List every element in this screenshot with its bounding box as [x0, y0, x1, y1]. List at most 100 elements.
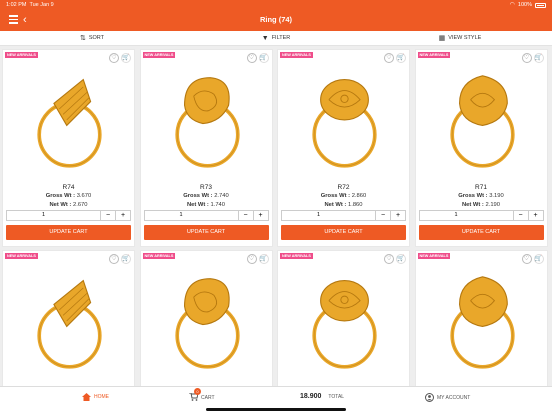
quantity-value[interactable]: 1: [7, 211, 100, 220]
quantity-stepper: 1− +: [418, 210, 544, 221]
new-arrivals-badge: NEW ARRIVALS: [280, 52, 313, 58]
view-style-button[interactable]: ▦ VIEW STYLE: [368, 31, 552, 45]
new-arrivals-badge: NEW ARRIVALS: [417, 253, 451, 259]
toolbar: ⇅ SORT ▼ FILTER ▦ VIEW STYLE: [0, 31, 552, 46]
heart-icon[interactable]: ♡: [246, 254, 257, 264]
wifi-icon: ◠: [509, 2, 515, 8]
add-to-cart-icon[interactable]: 🛒: [533, 254, 544, 264]
battery-icon: [535, 2, 546, 8]
gross-weight: Gross Wt : 3.190: [458, 193, 504, 199]
status-right: ◠ 100%: [510, 0, 546, 10]
heart-icon[interactable]: ♡: [521, 254, 532, 264]
filter-button[interactable]: ▼ FILTER: [184, 31, 368, 45]
product-name: R74: [62, 184, 75, 191]
view-style-label: VIEW STYLE: [448, 35, 482, 41]
increment-button[interactable]: +: [390, 211, 405, 220]
total-amount: 18.900: [300, 393, 322, 400]
page-title: Ring (74): [259, 15, 293, 24]
home-tab[interactable]: HOME: [82, 393, 109, 401]
gross-weight: Gross Wt : 3.670: [45, 193, 92, 199]
new-arrivals-badge: NEW ARRIVALS: [5, 253, 38, 259]
decrement-button[interactable]: −: [512, 211, 528, 220]
nav-bar: ‹ Ring (74): [0, 11, 552, 30]
cart-label: CART: [201, 395, 215, 401]
gross-weight: Gross Wt : 2.740: [183, 193, 229, 199]
net-weight: Net Wt : 2.670: [49, 202, 88, 208]
heart-icon[interactable]: ♡: [521, 53, 532, 63]
product-card[interactable]: NEW ARRIVALS ♡ 🛒: [414, 250, 548, 395]
decrement-button[interactable]: −: [100, 211, 115, 220]
update-cart-button[interactable]: UPDATE CART: [418, 225, 544, 240]
cart-icon: 0: [189, 388, 201, 403]
new-arrivals-badge: NEW ARRIVALS: [417, 52, 451, 58]
ring-image: [449, 75, 515, 168]
product-card[interactable]: NEW ARRIVALS ♡ 🛒: [139, 250, 273, 395]
increment-button[interactable]: +: [527, 211, 543, 220]
ring-image: [312, 78, 377, 168]
quantity-stepper: 1− +: [6, 210, 131, 221]
sort-icon: ⇅: [79, 35, 86, 42]
ring-image: [312, 279, 377, 369]
add-to-cart-icon[interactable]: 🛒: [121, 254, 131, 264]
heart-icon[interactable]: ♡: [109, 254, 119, 264]
sort-label: SORT: [88, 35, 105, 41]
total-label: TOTAL: [328, 393, 345, 400]
account-icon: [425, 393, 434, 402]
net-weight: Net Wt : 1.740: [186, 202, 226, 208]
cart-tab[interactable]: 0 CART: [189, 388, 215, 403]
ring-image: [37, 78, 102, 168]
heart-icon[interactable]: ♡: [109, 53, 119, 63]
add-to-cart-icon[interactable]: 🛒: [533, 53, 544, 63]
product-name: R72: [337, 184, 350, 191]
net-weight: Net Wt : 2.190: [461, 202, 501, 208]
add-to-cart-icon[interactable]: 🛒: [396, 53, 406, 63]
product-name: R71: [475, 184, 487, 191]
new-arrivals-badge: NEW ARRIVALS: [280, 253, 313, 259]
add-to-cart-icon[interactable]: 🛒: [121, 53, 131, 63]
update-cart-button[interactable]: UPDATE CART: [281, 225, 406, 240]
update-cart-button[interactable]: UPDATE CART: [6, 225, 131, 240]
product-card[interactable]: NEW ARRIVALS ♡ 🛒: [277, 250, 410, 395]
view-style-icon: ▦: [438, 35, 446, 42]
status-time: 1:02 PM Tue Jan 9: [6, 2, 54, 8]
heart-icon[interactable]: ♡: [246, 53, 257, 63]
gross-weight: Gross Wt : 2.860: [320, 193, 367, 199]
heart-icon[interactable]: ♡: [384, 53, 394, 63]
account-tab[interactable]: MY ACCOUNT: [425, 393, 470, 402]
decrement-button[interactable]: −: [375, 211, 390, 220]
product-card[interactable]: NEW ARRIVALS ♡ 🛒 R72 Gross Wt : 2.860 Net Wt …: [277, 49, 410, 247]
new-arrivals-badge: NEW ARRIVALS: [142, 52, 176, 58]
increment-button[interactable]: +: [252, 211, 268, 220]
new-arrivals-badge: NEW ARRIVALS: [142, 253, 176, 259]
quantity-stepper: 1− +: [281, 210, 406, 221]
home-label: HOME: [94, 394, 109, 400]
app-header: 1:02 PM Tue Jan 9 ◠ 100% ‹ Ring (74): [0, 0, 552, 31]
product-card[interactable]: NEW ARRIVALS ♡ 🛒 R73 Gross Wt : 2.740 Net Wt …: [139, 49, 273, 247]
sort-button[interactable]: ⇅ SORT: [0, 31, 184, 45]
quantity-value[interactable]: 1: [145, 211, 238, 220]
ring-image: [174, 77, 240, 168]
quantity-value[interactable]: 1: [282, 211, 375, 220]
add-to-cart-icon[interactable]: 🛒: [258, 53, 269, 63]
decrement-button[interactable]: −: [237, 211, 253, 220]
filter-icon: ▼: [261, 34, 269, 42]
ring-image: [449, 276, 515, 369]
ring-image: [37, 279, 102, 369]
heart-icon[interactable]: ♡: [384, 254, 394, 264]
product-card[interactable]: NEW ARRIVALS ♡ 🛒 R74 Gross Wt : 3.670 Net Wt …: [2, 49, 135, 247]
add-to-cart-icon[interactable]: 🛒: [258, 254, 269, 264]
product-card[interactable]: NEW ARRIVALS ♡ 🛒: [2, 250, 135, 395]
new-arrivals-badge: NEW ARRIVALS: [5, 52, 38, 58]
home-icon: [82, 393, 91, 401]
cart-total: 18.900 TOTAL: [300, 393, 344, 400]
status-bar: 1:02 PM Tue Jan 9 ◠ 100%: [0, 0, 552, 10]
ring-image: [174, 278, 240, 369]
update-cart-button[interactable]: UPDATE CART: [143, 225, 269, 240]
increment-button[interactable]: +: [115, 211, 130, 220]
quantity-stepper: 1− +: [143, 210, 269, 221]
app-root: 1:02 PM Tue Jan 9 ◠ 100% ‹ Ring (74) ⇅ S…: [0, 0, 552, 414]
account-label: MY ACCOUNT: [437, 394, 471, 401]
add-to-cart-icon[interactable]: 🛒: [396, 254, 406, 264]
quantity-value[interactable]: 1: [420, 211, 513, 220]
product-card[interactable]: NEW ARRIVALS ♡ 🛒 R71 Gross Wt : 3.190 Net Wt …: [414, 49, 548, 247]
